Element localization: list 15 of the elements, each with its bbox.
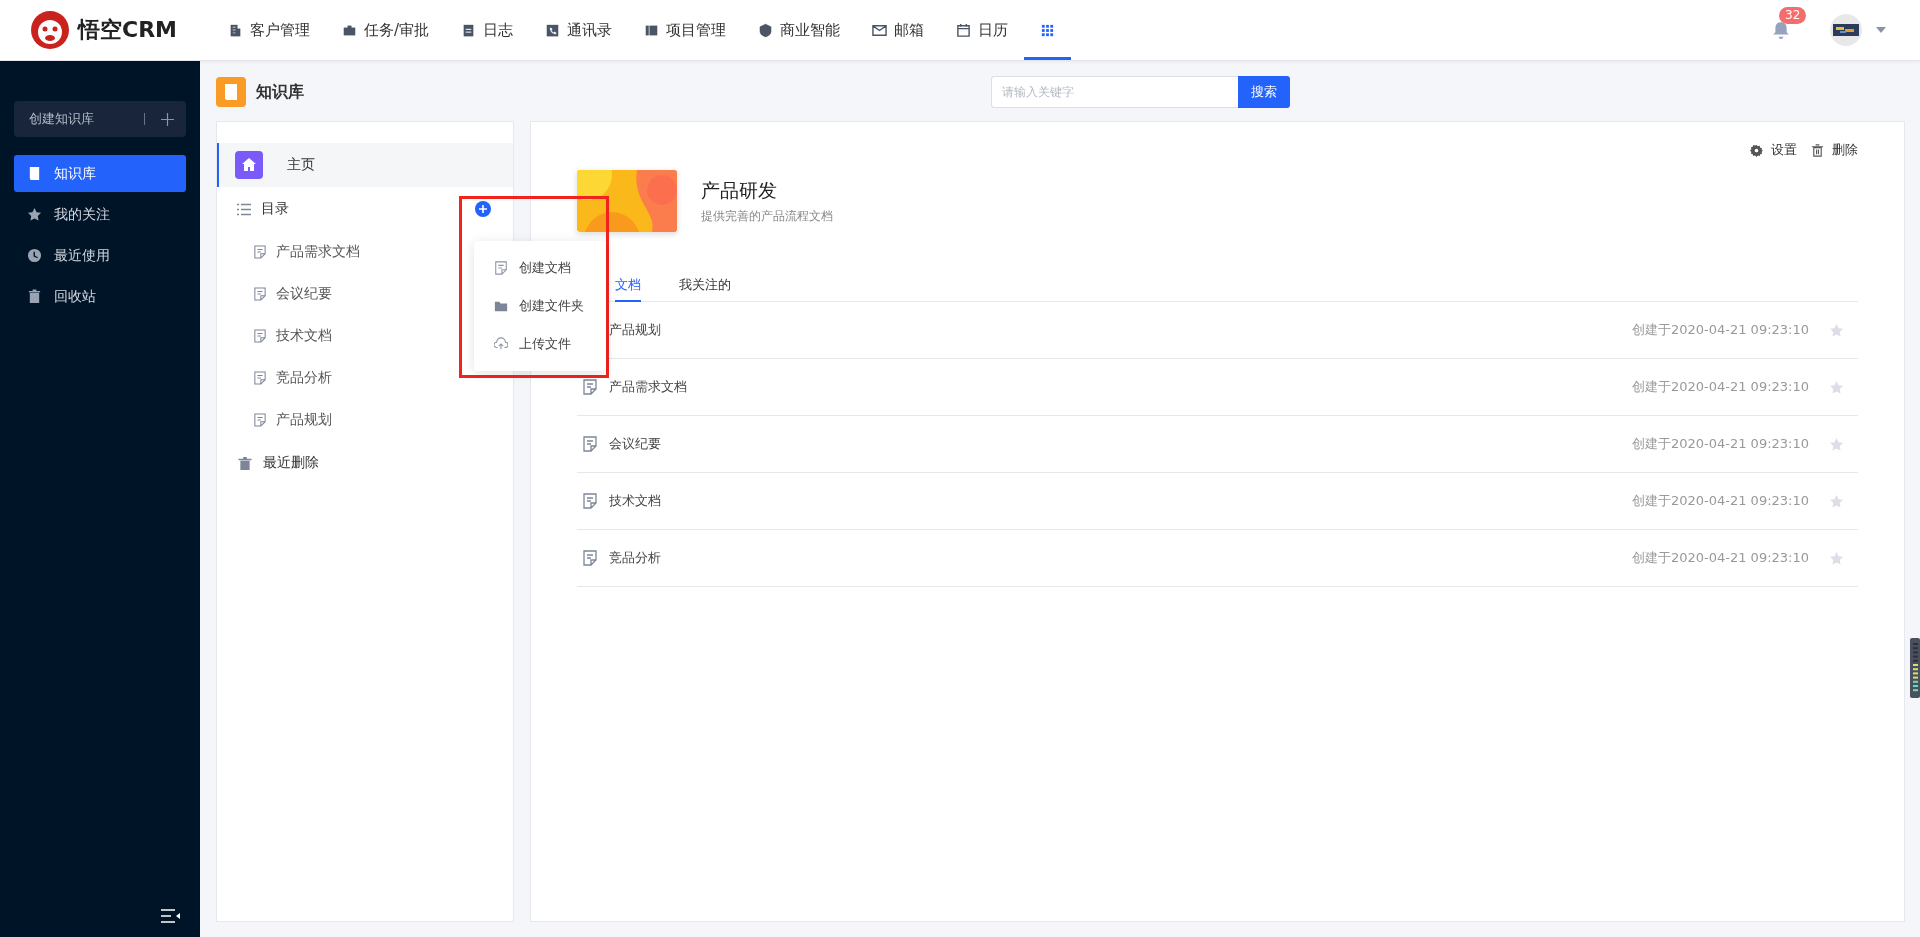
document-name: 竞品分析: [609, 549, 662, 567]
library-title: 产品研发: [701, 177, 778, 203]
created-time: 创建于2020-04-21 09:23:10: [1631, 435, 1809, 453]
created-time: 创建于2020-04-21 09:23:10: [1631, 378, 1809, 396]
created-time: 创建于2020-04-21 09:23:10: [1631, 321, 1809, 339]
created-time: 创建于2020-04-21 09:23:10: [1631, 549, 1809, 567]
page-title: 知识库: [256, 81, 304, 103]
document-name: 技术文档: [609, 492, 662, 510]
created-time: 创建于2020-04-21 09:23:10: [1631, 492, 1809, 510]
document-name: 产品需求文档: [609, 378, 688, 396]
notification-count: 32: [1779, 7, 1807, 24]
document-name: 会议纪要: [609, 435, 662, 453]
brand-name: 悟空CRM: [78, 16, 177, 44]
library-description: 提供完善的产品流程文档: [701, 207, 833, 225]
document-name: 产品规划: [609, 321, 662, 339]
